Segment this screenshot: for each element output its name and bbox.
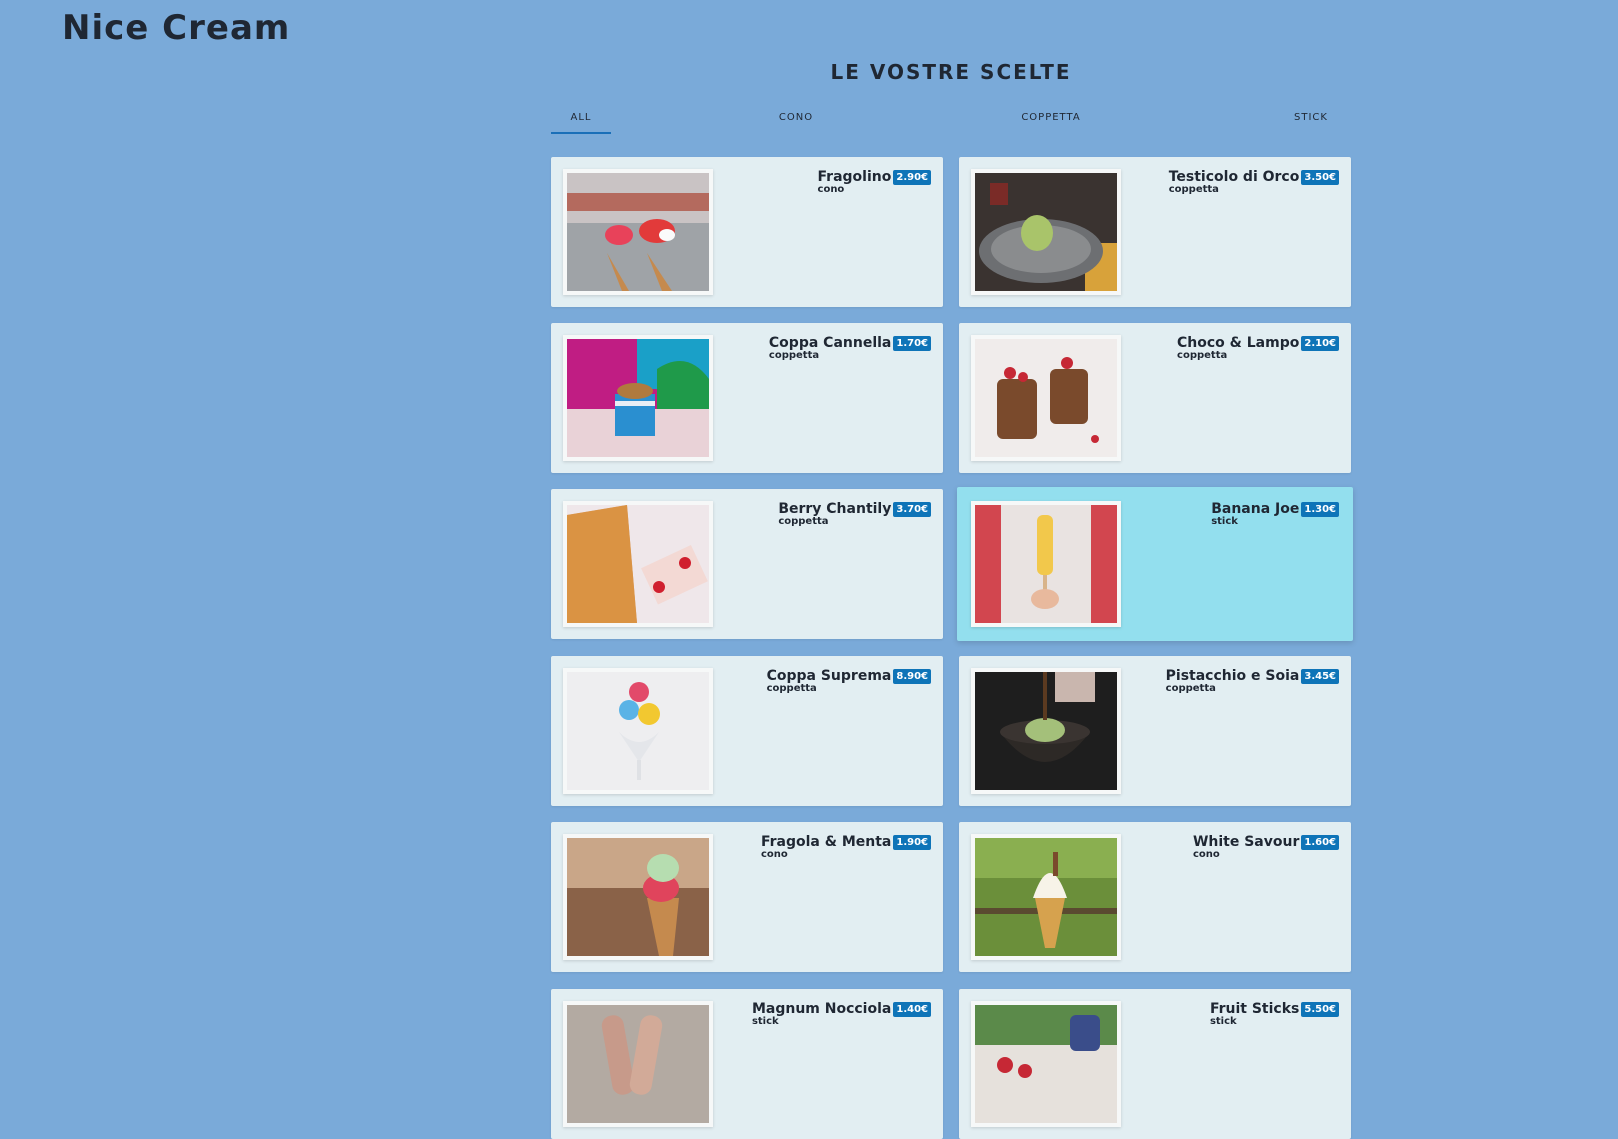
product-image (971, 501, 1121, 627)
product-card[interactable]: Magnum Nocciola 1.40€ stick (551, 989, 943, 1139)
price-badge: 1.30€ (1301, 501, 1339, 517)
product-image (563, 668, 713, 794)
product-category: stick (1209, 1016, 1237, 1027)
tab-stick[interactable]: STICK (1281, 104, 1341, 132)
tab-all[interactable]: ALL (551, 104, 611, 134)
product-name: White Savour (1192, 834, 1300, 850)
product-image (563, 501, 713, 627)
price-badge: 5.50€ (1301, 1001, 1339, 1017)
product-category: coppetta (778, 516, 829, 527)
product-category: stick (1211, 516, 1238, 527)
mint-strawberry-cone-photo (567, 838, 709, 956)
product-card[interactable]: White Savour 1.60€ cono (959, 822, 1351, 972)
product-image (971, 834, 1121, 960)
product-card[interactable]: Fragolino 2.90€ cono (551, 157, 943, 307)
girl-popsicle-photo (975, 505, 1117, 623)
tab-coppetta[interactable]: COPPETTA (1001, 104, 1101, 132)
price-badge: 3.45€ (1301, 668, 1339, 684)
product-card[interactable]: Berry Chantily 3.70€ coppetta (551, 489, 943, 639)
chocolate-mousse-cups-photo (975, 339, 1117, 457)
product-image (563, 834, 713, 960)
product-image (563, 1001, 713, 1127)
product-card[interactable]: Coppa Cannella 1.70€ coppetta (551, 323, 943, 473)
sprinkle-tray-cherries-photo (567, 505, 709, 623)
product-card[interactable]: Coppa Suprema 8.90€ coppetta (551, 656, 943, 806)
product-name: Magnum Nocciola (751, 1001, 892, 1017)
section-title: LE VOSTRE SCELTE (830, 60, 1072, 84)
product-name: Fruit Sticks (1209, 1001, 1300, 1017)
product-category: coppetta (1165, 683, 1216, 694)
price-badge: 1.60€ (1301, 834, 1339, 850)
product-name: Coppa Suprema (766, 668, 892, 684)
price-badge: 2.90€ (893, 169, 931, 185)
product-category: coppetta (1177, 350, 1228, 361)
soft-serve-cone-grass-photo (975, 838, 1117, 956)
product-card[interactable]: Choco & Lampo 2.10€ coppetta (959, 323, 1351, 473)
price-badge: 3.50€ (1301, 169, 1339, 185)
blue-cup-donut-mural-photo (567, 339, 709, 457)
product-category: coppetta (1168, 184, 1219, 195)
tab-cono[interactable]: CONO (761, 104, 831, 132)
product-category: cono (760, 849, 788, 860)
product-image (563, 335, 713, 461)
pistachio-bowl-drizzle-photo (975, 672, 1117, 790)
product-card[interactable]: Fruit Sticks 5.50€ stick (959, 989, 1351, 1139)
chocolate-bars-photo (567, 1005, 709, 1123)
price-badge: 1.70€ (893, 335, 931, 351)
product-image (971, 169, 1121, 295)
product-name: Fragolino (817, 169, 892, 185)
product-card[interactable]: Pistacchio e Soia 3.45€ coppetta (959, 656, 1351, 806)
category-tabs: ALL CONO COPPETTA STICK (551, 104, 1351, 134)
product-category: coppetta (766, 683, 817, 694)
product-name: Pistacchio e Soia (1165, 668, 1300, 684)
fruit-sticks-picnic-photo (975, 1005, 1117, 1123)
product-category: cono (1192, 849, 1220, 860)
price-badge: 1.40€ (893, 1001, 931, 1017)
brand-logo[interactable]: Nice Cream (62, 8, 290, 48)
colorful-scoops-glass-photo (567, 672, 709, 790)
product-name: Choco & Lampo (1177, 335, 1300, 351)
product-name: Banana Joe (1211, 501, 1300, 517)
price-badge: 1.90€ (893, 834, 931, 850)
strawberry-cones-photo (567, 173, 709, 291)
product-name: Coppa Cannella (768, 335, 892, 351)
green-scoop-plate-photo (975, 173, 1117, 291)
product-name: Berry Chantily (778, 501, 892, 517)
product-image (563, 169, 713, 295)
product-category: cono (817, 184, 845, 195)
product-card[interactable]: Testicolo di Orco 3.50€ coppetta (959, 157, 1351, 307)
product-category: coppetta (768, 350, 820, 361)
price-badge: 3.70€ (893, 501, 931, 517)
product-category: stick (751, 1016, 779, 1027)
product-image (971, 1001, 1121, 1127)
price-badge: 2.10€ (1301, 335, 1339, 351)
product-name: Testicolo di Orco (1168, 169, 1300, 185)
product-image (971, 668, 1121, 794)
product-image (971, 335, 1121, 461)
product-card[interactable]: Fragola & Menta 1.90€ cono (551, 822, 943, 972)
product-card[interactable]: Banana Joe 1.30€ stick (957, 487, 1353, 641)
price-badge: 8.90€ (893, 668, 931, 684)
product-name: Fragola & Menta (760, 834, 892, 850)
